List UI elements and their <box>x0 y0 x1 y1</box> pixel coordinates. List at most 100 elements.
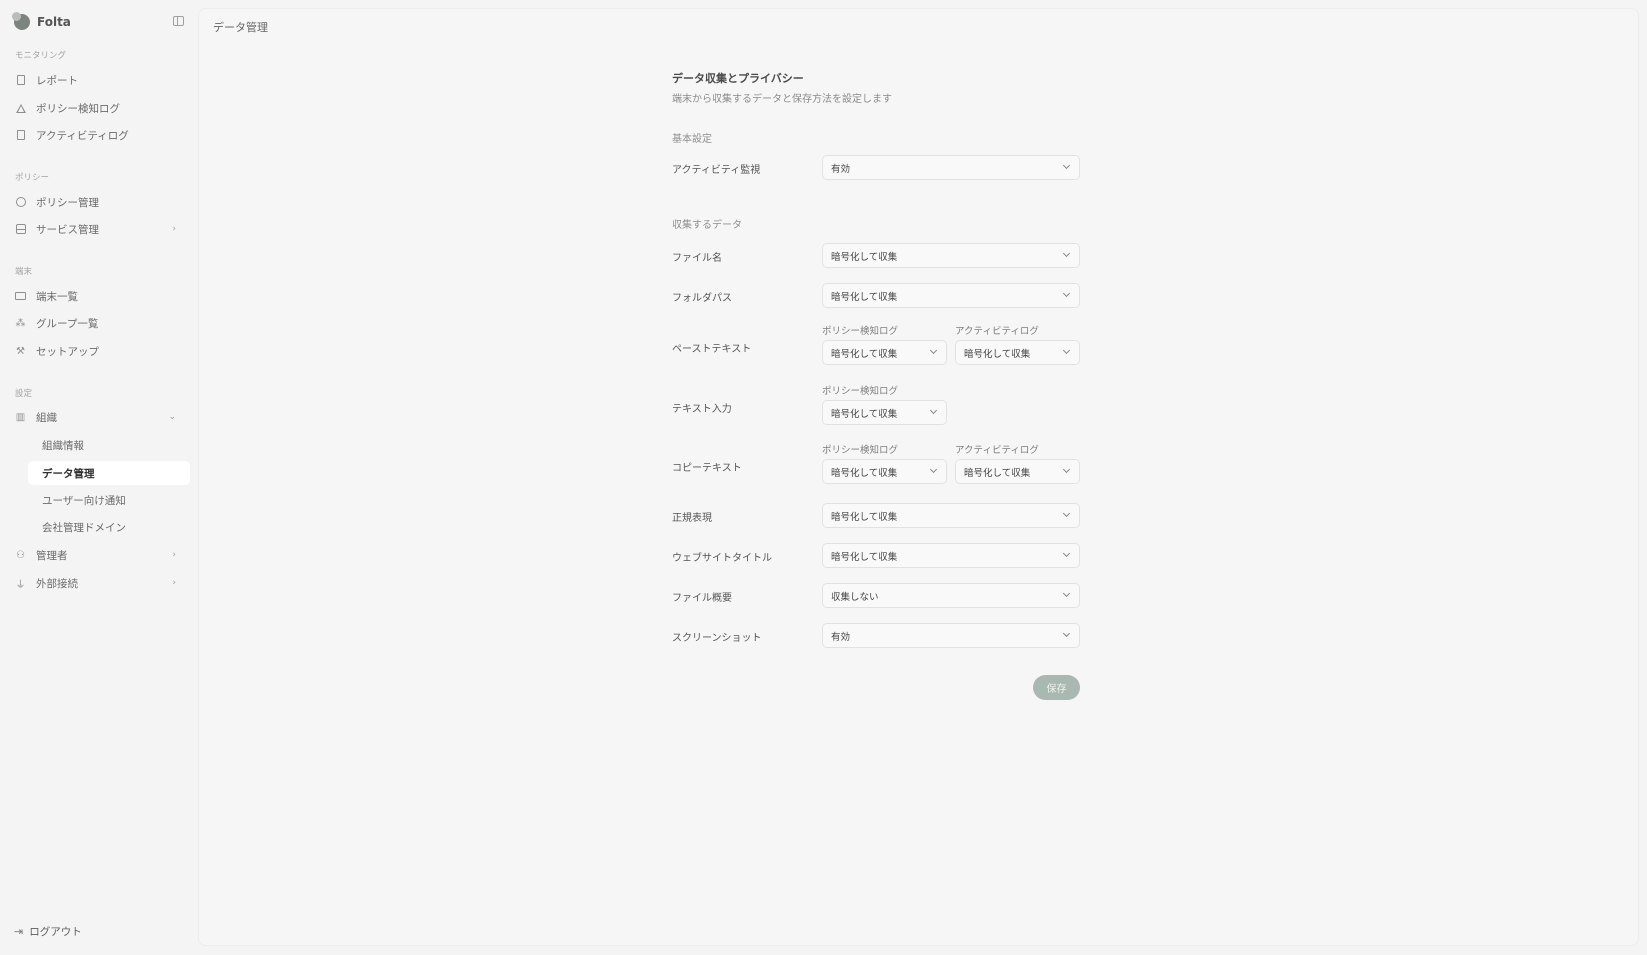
logout-icon: ⇥ <box>14 925 24 938</box>
sidebar: Folta モニタリング レポート ポリシー検知ログ アクティビティログ ポリシ… <box>0 0 198 955</box>
select-value: 暗号化して収集 <box>964 348 1031 360</box>
brand-name: Folta <box>37 15 71 29</box>
sidebar-subitem-data-management[interactable]: データ管理 <box>28 461 190 485</box>
paste-activity-column-label: アクティビティログ <box>955 326 1039 337</box>
section-label-policy: ポリシー <box>15 173 50 183</box>
users-icon: ⚇ <box>16 549 25 561</box>
wrench-icon: ⚒ <box>16 345 25 357</box>
policy-icon <box>14 196 27 209</box>
section-label-monitoring: モニタリング <box>15 51 67 61</box>
select-value: 有効 <box>831 163 851 175</box>
copy-policy-column-label: ポリシー検知ログ <box>822 445 899 456</box>
form-title: データ収集とプライバシー <box>672 72 804 85</box>
sidebar-item-label: 端末一覧 <box>36 290 78 303</box>
sidebar-item-service-management[interactable]: サービス管理 › <box>14 217 184 241</box>
website-title-label: ウェブサイトタイトル <box>672 553 772 564</box>
paste-text-activity-select[interactable]: 暗号化して収集 <box>955 340 1080 365</box>
server-icon <box>14 223 27 236</box>
select-value: 暗号化して収集 <box>831 348 898 360</box>
chevron-down-icon <box>1062 549 1071 558</box>
sidebar-item-label: 外部接続 <box>36 577 78 590</box>
sidebar-item-label: サービス管理 <box>36 223 99 236</box>
paste-text-label: ペーストテキスト <box>672 344 752 355</box>
select-value: 暗号化して収集 <box>831 467 898 479</box>
regex-select[interactable]: 暗号化して収集 <box>822 503 1080 528</box>
copy-text-label: コピーテキスト <box>672 463 742 474</box>
paste-text-policy-select[interactable]: 暗号化して収集 <box>822 340 947 365</box>
chevron-down-icon <box>929 465 938 474</box>
sidebar-item-label: ポリシー検知ログ <box>36 102 120 115</box>
logout-label: ログアウト <box>29 926 82 938</box>
chevron-down-icon <box>929 406 938 415</box>
sidebar-item-label: セットアップ <box>36 345 99 358</box>
chevron-down-icon <box>1062 629 1071 638</box>
sidebar-item-label: ポリシー管理 <box>36 196 99 209</box>
logout-button[interactable]: ⇥ ログアウト <box>14 924 82 939</box>
sidebar-item-label: 管理者 <box>36 549 68 562</box>
screenshot-label: スクリーンショット <box>672 633 762 644</box>
file-summary-label: ファイル概要 <box>672 593 732 604</box>
chevron-down-icon <box>1062 509 1071 518</box>
chevron-down-icon: ⌄ <box>168 412 176 422</box>
main-panel: データ管理 データ収集とプライバシー 端末から収集するデータと保存方法を設定しま… <box>198 8 1639 946</box>
select-value: 有効 <box>831 631 851 643</box>
copy-text-policy-select[interactable]: 暗号化して収集 <box>822 459 947 484</box>
sidebar-item-activity-log[interactable]: アクティビティログ <box>14 123 184 147</box>
chevron-right-icon: › <box>172 578 176 588</box>
building-icon: ▥ <box>15 411 26 423</box>
warning-icon <box>14 102 27 115</box>
text-input-policy-select[interactable]: 暗号化して収集 <box>822 400 947 425</box>
file-name-select[interactable]: 暗号化して収集 <box>822 243 1080 268</box>
select-value: 収集しない <box>831 591 879 603</box>
select-value: 暗号化して収集 <box>831 551 898 563</box>
select-value: 暗号化して収集 <box>831 251 898 263</box>
sidebar-item-label: レポート <box>36 74 78 87</box>
text-input-label: テキスト入力 <box>672 404 732 415</box>
sidebar-subitem-company-domain[interactable]: 会社管理ドメイン <box>28 515 190 539</box>
sidebar-item-label: アクティビティログ <box>36 129 129 142</box>
activity-monitor-select[interactable]: 有効 <box>822 155 1080 180</box>
sidebar-item-policy-management[interactable]: ポリシー管理 <box>14 190 184 214</box>
copy-text-activity-select[interactable]: 暗号化して収集 <box>955 459 1080 484</box>
sidebar-subitem-org-info[interactable]: 組織情報 <box>28 433 190 457</box>
group-icon: ⁂ <box>15 317 26 329</box>
screenshot-select[interactable]: 有効 <box>822 623 1080 648</box>
sidebar-item-admins[interactable]: ⚇ 管理者 › <box>14 543 184 567</box>
select-value: 暗号化して収集 <box>964 467 1031 479</box>
page-title: データ管理 <box>213 21 268 34</box>
folder-path-select[interactable]: 暗号化して収集 <box>822 283 1080 308</box>
chevron-down-icon <box>1062 346 1071 355</box>
sidebar-item-setup[interactable]: ⚒ セットアップ <box>14 339 184 363</box>
chevron-right-icon: › <box>172 224 176 234</box>
select-value: 暗号化して収集 <box>831 291 898 303</box>
save-button[interactable]: 保存 <box>1033 675 1080 700</box>
sidebar-item-device-list[interactable]: 端末一覧 <box>14 284 184 308</box>
sidebar-item-external-connections[interactable]: ⏚ 外部接続 › <box>14 571 184 595</box>
sidebar-item-policy-detection-log[interactable]: ポリシー検知ログ <box>14 96 184 120</box>
section-label-device: 端末 <box>15 267 33 277</box>
chevron-down-icon <box>1062 249 1071 258</box>
folta-logo-icon <box>12 12 30 30</box>
sidebar-item-label: 組織 <box>36 411 57 424</box>
sidebar-item-group-list[interactable]: ⁂ グループ一覧 <box>14 311 184 335</box>
paste-policy-column-label: ポリシー検知ログ <box>822 326 899 337</box>
plug-icon: ⏚ <box>15 579 26 591</box>
document-icon <box>14 74 27 87</box>
basic-settings-label: 基本設定 <box>672 134 712 145</box>
activity-monitor-label: アクティビティ監視 <box>672 165 761 176</box>
collected-data-label: 収集するデータ <box>672 220 742 231</box>
select-value: 暗号化して収集 <box>831 408 898 420</box>
select-value: 暗号化して収集 <box>831 511 898 523</box>
monitor-icon <box>14 290 27 303</box>
section-label-settings: 設定 <box>15 389 33 399</box>
sidebar-item-report[interactable]: レポート <box>14 68 184 92</box>
sidebar-subitem-user-notification[interactable]: ユーザー向け通知 <box>28 488 190 512</box>
sidebar-toggle-icon[interactable] <box>173 16 184 26</box>
file-summary-select[interactable]: 収集しない <box>822 583 1080 608</box>
text-input-policy-column-label: ポリシー検知ログ <box>822 386 899 397</box>
form-subtitle: 端末から収集するデータと保存方法を設定します <box>672 94 892 105</box>
website-title-select[interactable]: 暗号化して収集 <box>822 543 1080 568</box>
folder-path-label: フォルダパス <box>672 293 732 304</box>
sidebar-item-label: グループ一覧 <box>36 317 99 330</box>
sidebar-item-organization[interactable]: ▥ 組織 ⌄ <box>14 405 184 429</box>
